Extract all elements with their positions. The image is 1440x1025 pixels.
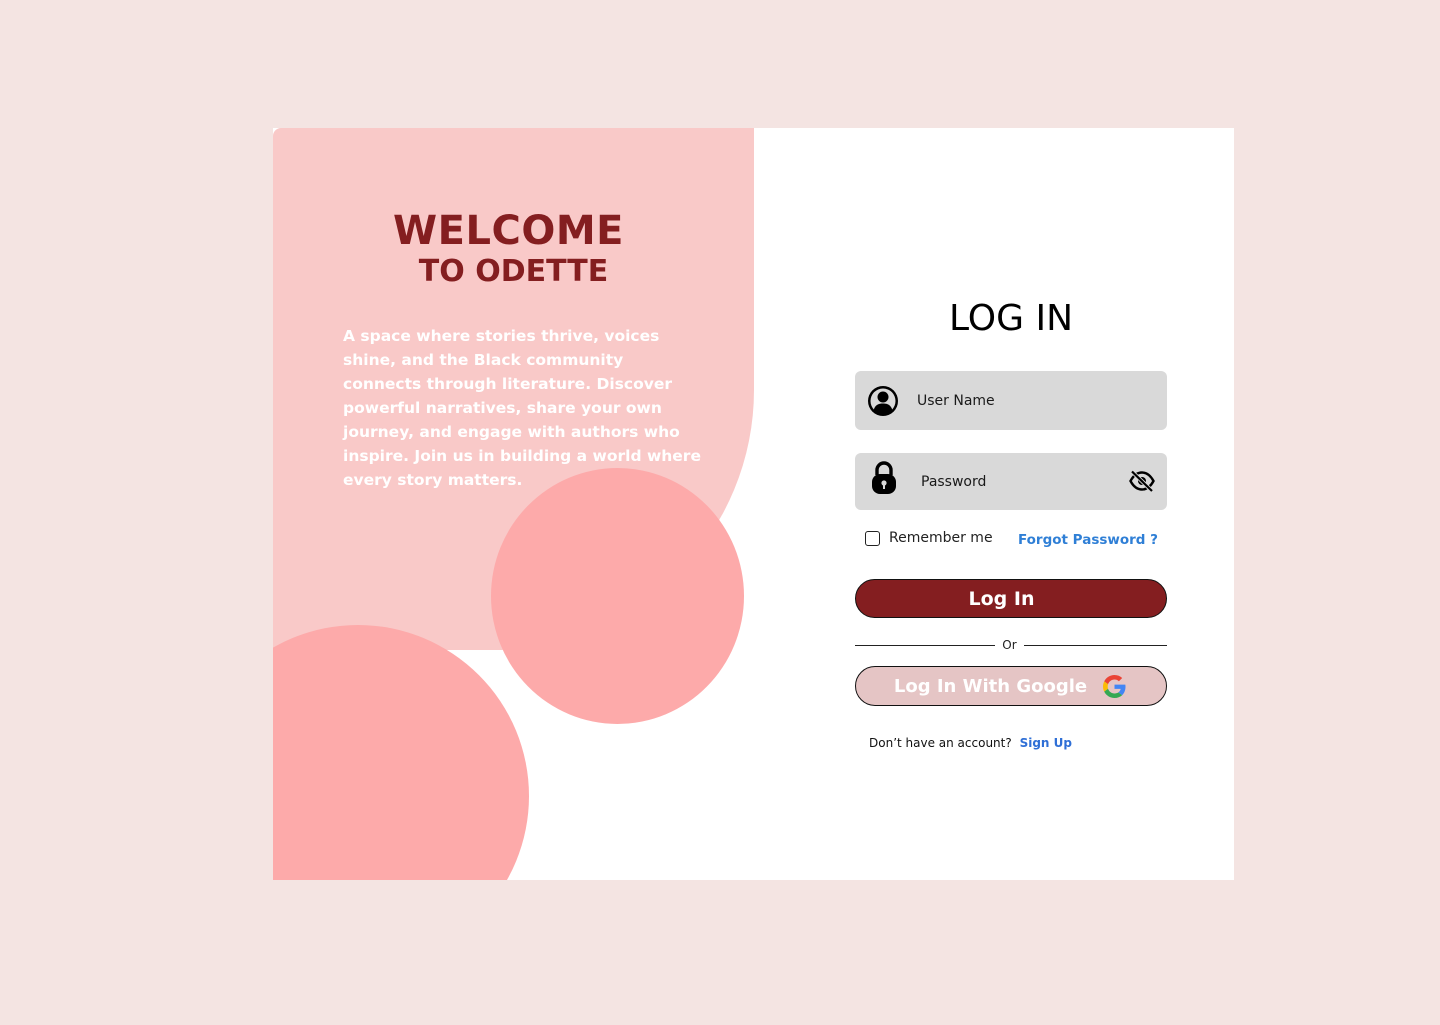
username-input[interactable] (917, 371, 1147, 430)
google-icon (1103, 674, 1126, 698)
google-login-button[interactable]: Log In With Google (855, 666, 1167, 706)
login-title: LOG IN (949, 298, 1073, 339)
decorative-circle-right (491, 468, 744, 724)
or-divider: Or (855, 637, 1167, 655)
divider-text: Or (1002, 638, 1017, 652)
signup-link[interactable]: Sign Up (1020, 736, 1072, 750)
login-options-row: Remember me Forgot Password ? (855, 530, 1167, 550)
welcome-heading-line1: WELCOME (393, 208, 624, 255)
login-card: WELCOME TO ODETTE A space where stories … (273, 128, 1234, 880)
welcome-tagline: A space where stories thrive, voices shi… (343, 327, 701, 489)
welcome-heading-line2: TO ODETTE (418, 254, 609, 290)
username-field[interactable] (855, 371, 1167, 430)
welcome-panel: WELCOME TO ODETTE A space where stories … (273, 128, 754, 880)
user-icon (868, 386, 898, 416)
remember-me[interactable]: Remember me (865, 530, 993, 546)
decorative-circle-bottom (273, 625, 529, 880)
login-button[interactable]: Log In (855, 579, 1167, 618)
welcome-heading: WELCOME TO ODETTE (273, 211, 734, 287)
eye-off-icon[interactable] (1129, 470, 1155, 492)
remember-me-label: Remember me (889, 530, 993, 546)
lock-icon (872, 461, 896, 494)
divider-line-right (1024, 645, 1167, 646)
signup-row: Don’t have an account? Sign Up (869, 736, 1072, 750)
login-form: LOG IN User Name Remember me Forgot Pass… (855, 128, 1167, 880)
signup-prompt: Don’t have an account? (869, 736, 1012, 750)
google-login-label: Log In With Google (893, 675, 1088, 697)
forgot-password-link[interactable]: Forgot Password ? (1018, 532, 1158, 548)
divider-line-left (855, 645, 995, 646)
remember-me-checkbox[interactable] (865, 530, 880, 546)
password-field[interactable] (855, 453, 1167, 510)
password-input[interactable] (921, 453, 1121, 510)
